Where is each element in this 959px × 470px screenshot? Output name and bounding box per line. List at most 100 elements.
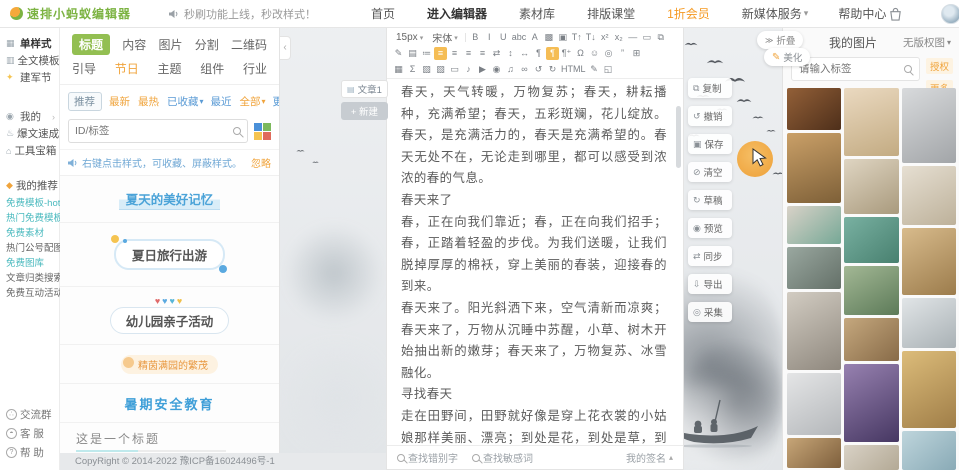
panel-collapse-handle[interactable]: ‹ bbox=[280, 36, 291, 60]
horizontal-rule-icon[interactable]: — bbox=[626, 31, 639, 44]
sidebar-item-hot-article[interactable]: ♨ 爆文速成 › bbox=[0, 125, 59, 142]
quote-icon[interactable]: ” bbox=[616, 47, 629, 60]
formula-icon[interactable]: Σ bbox=[406, 63, 419, 76]
find-icon[interactable]: ◎ bbox=[602, 47, 615, 60]
photo-woman-scarf[interactable] bbox=[787, 206, 841, 244]
sidebar-link-free-gallery[interactable]: 免费图库 bbox=[0, 254, 59, 269]
superscript-icon[interactable]: x² bbox=[598, 31, 611, 44]
nav-material-library[interactable]: 素材库 bbox=[519, 5, 557, 22]
photo-man-blue-room[interactable] bbox=[902, 431, 956, 470]
letter-spacing-icon[interactable]: ↔ bbox=[518, 47, 531, 60]
paste-icon[interactable]: ⧉ bbox=[654, 31, 667, 44]
card-icon[interactable]: ▭ bbox=[448, 63, 461, 76]
paragraph[interactable]: 寻找春天 bbox=[401, 384, 667, 406]
photo-curtain-plant[interactable] bbox=[902, 88, 956, 163]
sync-button[interactable]: ⇄ 同步 bbox=[688, 246, 732, 266]
paragraph[interactable]: 春天来了。阳光斜洒下来，空气清新而凉爽；春天来了，万物从沉睡中苏醒，小草、树木开… bbox=[401, 298, 667, 384]
edit-source-icon[interactable]: ✎ bbox=[588, 63, 601, 76]
audio-icon[interactable]: ♪ bbox=[462, 63, 475, 76]
filter-newest[interactable]: 最新 bbox=[109, 94, 131, 109]
align-justify-icon[interactable]: ≡ bbox=[476, 47, 489, 60]
doc-tab-article1[interactable]: ▤ 文章1 bbox=[341, 80, 388, 98]
tab-content[interactable]: 内容 bbox=[122, 36, 146, 53]
sidebar-item-single-style[interactable]: ▦ 单样式 bbox=[0, 35, 59, 52]
sidebar-item-toolbox[interactable]: ⌂ 工具宝箱 bbox=[0, 142, 59, 159]
undo-icon[interactable]: ↺ bbox=[532, 63, 545, 76]
collapse-panel-button[interactable]: ≫ 折叠 bbox=[757, 31, 803, 49]
announcement-bar[interactable]: 秒刷功能上线，秒改样式！ bbox=[169, 6, 316, 22]
filter-recent[interactable]: 最近 bbox=[211, 94, 233, 109]
photo-man-camera[interactable] bbox=[902, 228, 956, 295]
gallery-icon[interactable]: ▧ bbox=[434, 63, 447, 76]
paragraph[interactable]: 走在田野间，田野就好像是穿上花衣裳的小姑娘那样美丽、漂亮；到处是花，到处是草，到… bbox=[401, 406, 667, 444]
nav-layout-class[interactable]: 排版课堂 bbox=[587, 5, 637, 22]
spellcheck-button[interactable]: 查找错别字 bbox=[397, 450, 458, 465]
undo-button[interactable]: ↺ 撤销 bbox=[688, 106, 732, 126]
photo-woman-bamboo[interactable] bbox=[902, 351, 956, 428]
signature-button[interactable]: 我的签名▴ bbox=[626, 450, 673, 465]
photo-man-drinking[interactable] bbox=[787, 292, 841, 370]
indent-both-icon[interactable]: ⇄ bbox=[490, 47, 503, 60]
template-card-plain-title[interactable]: 这是一个标题 bbox=[60, 423, 279, 453]
bold-icon[interactable]: B bbox=[469, 31, 482, 44]
style-panel-icon[interactable]: ▣ bbox=[556, 31, 569, 44]
photo-woman-field[interactable] bbox=[787, 133, 841, 203]
align-left-icon[interactable]: ≡ bbox=[434, 47, 447, 60]
underline-icon[interactable]: U bbox=[497, 31, 510, 44]
tab-divider[interactable]: 分割 bbox=[195, 36, 219, 53]
save-button[interactable]: ▣ 保存 bbox=[688, 134, 732, 154]
paragraph[interactable]: 春，正在向我们靠近；春，正在向我们招手；春，正踏着轻盈的步伐。为我们送暖，让我们… bbox=[401, 212, 667, 298]
filter-more[interactable]: 更多 bbox=[273, 94, 280, 109]
camera-icon[interactable]: ◉ bbox=[490, 63, 503, 76]
new-document-button[interactable]: + 新建 bbox=[341, 102, 388, 120]
photo-floor[interactable] bbox=[844, 445, 898, 470]
template-card-summer-travel[interactable]: 夏日旅行出游 bbox=[60, 223, 279, 287]
line-height-icon[interactable]: ↕ bbox=[504, 47, 517, 60]
sidebar-item-help[interactable]: ? 帮 助 bbox=[0, 443, 59, 462]
authorize-link[interactable]: 授权 bbox=[926, 58, 953, 74]
beautify-button[interactable]: ✎ 美化 bbox=[764, 48, 810, 66]
align-center-icon[interactable]: ≡ bbox=[448, 47, 461, 60]
gallery-search-box[interactable] bbox=[791, 57, 920, 81]
sidebar-item-full-template[interactable]: ▥ 全文模板 bbox=[0, 52, 59, 69]
grid-table-icon[interactable]: ▦ bbox=[392, 63, 405, 76]
sidebar-item-army-day[interactable]: ✦ 建军节 bbox=[0, 69, 59, 86]
gift-bag-icon[interactable] bbox=[888, 7, 903, 21]
sidebar-link-free-material[interactable]: 免费素材 bbox=[0, 224, 59, 239]
photo-couple-room[interactable] bbox=[902, 298, 956, 347]
template-card-kindergarten[interactable]: ♥♥♥♥ 幼儿园亲子活动 bbox=[60, 287, 279, 345]
template-card-summer-memory[interactable]: 夏天的美好记忆 bbox=[60, 176, 279, 223]
nav-help-center[interactable]: 帮助中心 bbox=[838, 5, 888, 22]
sidebar-link-article-search[interactable]: 文章归类搜索 bbox=[0, 269, 59, 284]
sidebar-link-free-templates[interactable]: 免费模板-hot bbox=[0, 194, 59, 209]
video-icon[interactable]: ▶ bbox=[476, 63, 489, 76]
italic-icon[interactable]: I bbox=[483, 31, 496, 44]
preview-button[interactable]: ◉ 预览 bbox=[688, 218, 732, 238]
align-right-icon[interactable]: ≡ bbox=[462, 47, 475, 60]
filter-recommended[interactable]: 推荐 bbox=[68, 92, 102, 111]
text-direction-icon[interactable]: ¶ bbox=[546, 47, 559, 60]
copy-button[interactable]: ⧉ 复制 bbox=[688, 78, 732, 98]
tab-component[interactable]: 组件 bbox=[200, 60, 224, 77]
nav-enter-editor[interactable]: 进入编辑器 bbox=[427, 5, 489, 22]
photo-chair-hats[interactable] bbox=[787, 88, 841, 130]
sensitive-word-button[interactable]: 查找敏感词 bbox=[472, 450, 533, 465]
paragraph[interactable]: 春天来了 bbox=[401, 190, 667, 212]
gallery-search-input[interactable] bbox=[799, 63, 904, 75]
strikethrough-icon[interactable]: abc bbox=[511, 31, 528, 44]
template-card-summer-safety[interactable]: 暑期安全教育 bbox=[60, 384, 279, 423]
sidebar-link-hot-images[interactable]: 热门公号配图 bbox=[0, 239, 59, 254]
editor-scrollbar[interactable] bbox=[676, 106, 681, 168]
photo-dog-room[interactable] bbox=[787, 438, 841, 468]
fullscreen-icon[interactable]: ◱ bbox=[602, 63, 615, 76]
paragraph-icon[interactable]: ¶ bbox=[532, 47, 545, 60]
clear-button[interactable]: ⊘ 清空 bbox=[688, 162, 732, 182]
tab-guide[interactable]: 引导 bbox=[72, 60, 96, 77]
photo-boy-teal[interactable] bbox=[844, 217, 898, 264]
draft-button[interactable]: ↻ 草稿 bbox=[688, 190, 732, 210]
font-family-select[interactable]: 宋体▾ bbox=[428, 30, 462, 45]
image-icon[interactable]: ▧ bbox=[420, 63, 433, 76]
html-icon[interactable]: HTML bbox=[560, 63, 587, 76]
template-search-input[interactable] bbox=[75, 125, 233, 137]
photo-kids-green[interactable] bbox=[844, 266, 898, 315]
